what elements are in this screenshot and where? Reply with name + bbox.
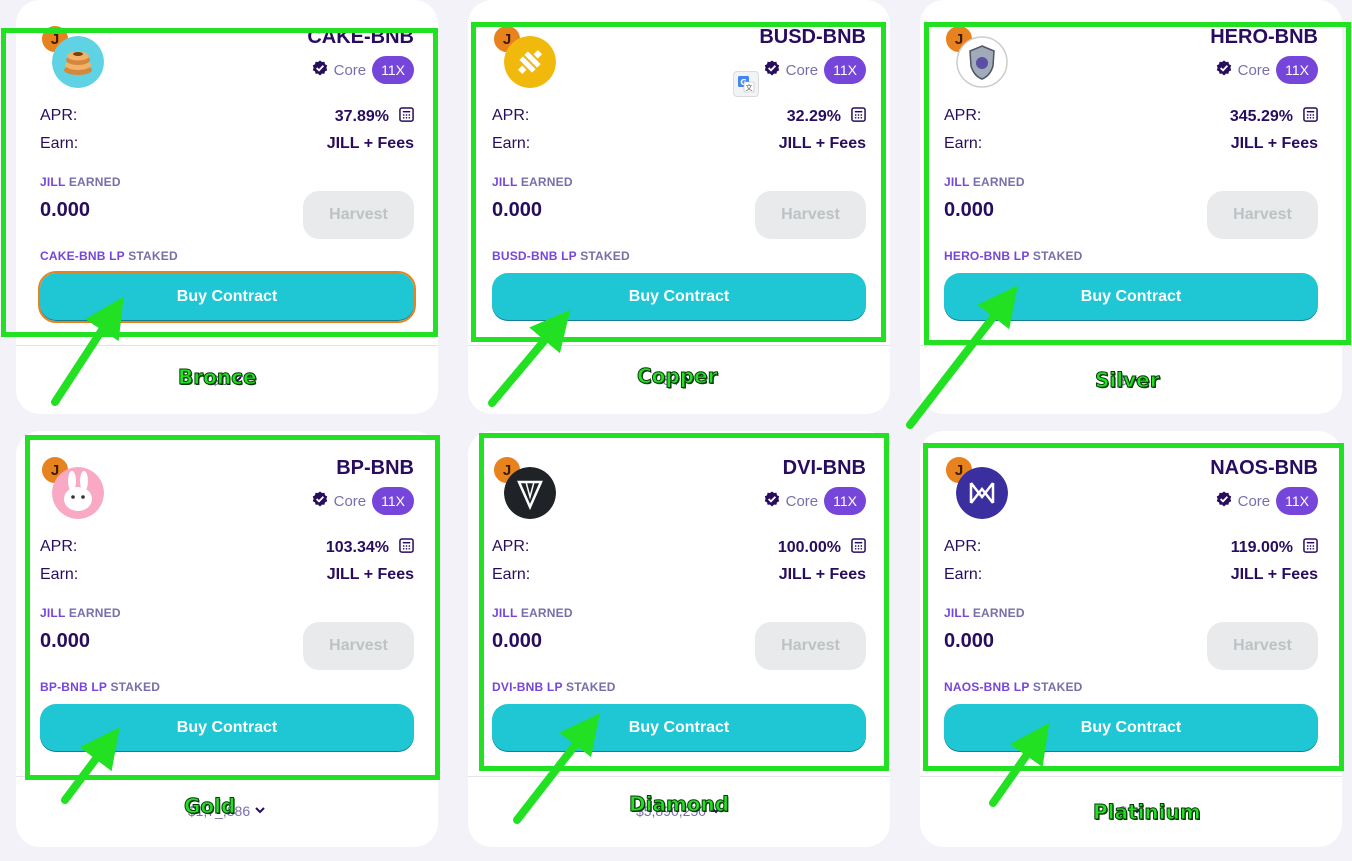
arrow-platinum: [989, 722, 1050, 807]
label-bronze: Bronce: [178, 365, 258, 390]
annotation-arrows: [51, 285, 1050, 824]
label-silver: Silver: [1095, 368, 1161, 393]
arrow-bronze: [51, 296, 124, 406]
arrow-gold: [61, 727, 120, 804]
label-copper: Copper: [636, 364, 718, 389]
label-diamond: Diamond: [628, 792, 730, 817]
arrow-silver: [906, 285, 1018, 429]
label-gold: Gold: [183, 794, 236, 819]
label-platinum: Platinium: [1093, 800, 1202, 825]
arrow-copper: [488, 309, 571, 407]
arrow-diamond: [513, 713, 600, 824]
